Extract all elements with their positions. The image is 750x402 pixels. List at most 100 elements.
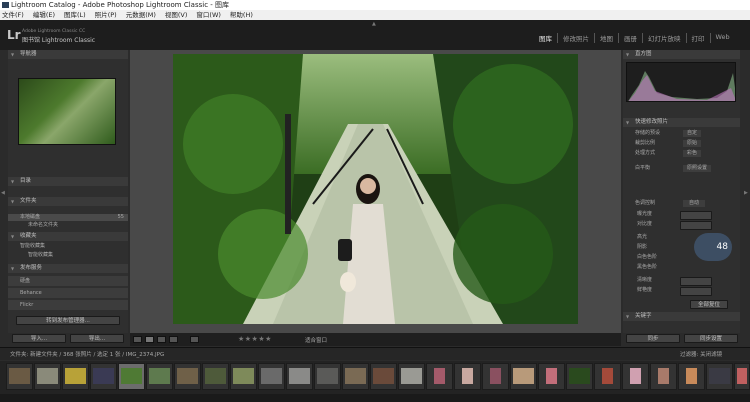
import-button[interactable]: 导入...	[12, 334, 66, 343]
filmstrip-thumb[interactable]	[650, 363, 677, 390]
navigator-preview[interactable]	[18, 78, 116, 145]
module-print[interactable]: 打印	[687, 33, 711, 43]
filmstrip-thumb[interactable]	[62, 363, 89, 390]
filmstrip-thumb[interactable]	[594, 363, 621, 390]
adjust-step-buttons[interactable]	[680, 277, 712, 286]
saved-preset-row: 存储的预设 自定	[623, 130, 740, 137]
publish-behance[interactable]: Behance	[8, 288, 128, 298]
compare-view-icon[interactable]	[157, 336, 166, 343]
filmstrip-thumb[interactable]	[482, 363, 509, 390]
filmstrip-thumb[interactable]	[370, 363, 397, 390]
survey-view-icon[interactable]	[169, 336, 178, 343]
catalog-header[interactable]: 目录	[8, 177, 128, 186]
module-book[interactable]: 画册	[619, 33, 643, 43]
module-slideshow[interactable]: 幻灯片放映	[643, 33, 687, 43]
tone-control-row: 色调控制 自动	[623, 200, 740, 207]
menu-help[interactable]: 帮助(H)	[230, 10, 253, 20]
sync-button[interactable]: 同步	[626, 334, 680, 343]
right-panel-toggle-icon[interactable]: ▶	[744, 190, 748, 196]
navigator-header[interactable]: 导航器	[8, 50, 128, 59]
saved-preset-dropdown[interactable]: 自定	[683, 130, 702, 137]
painter-icon[interactable]	[190, 336, 199, 343]
folder-name: 本地磁盘	[20, 214, 41, 220]
module-library[interactable]: 图库	[534, 33, 558, 43]
histogram-header[interactable]: 直方图	[623, 50, 740, 59]
menu-view[interactable]: 视图(V)	[165, 10, 188, 20]
filmstrip-thumb[interactable]	[566, 363, 593, 390]
filmstrip-thumb[interactable]	[622, 363, 649, 390]
publish-manager-button[interactable]: 转到发布管理器...	[16, 316, 120, 325]
menu-metadata[interactable]: 元数据(M)	[126, 10, 156, 20]
adjust-step-buttons[interactable]	[680, 221, 712, 230]
export-button[interactable]: 导出...	[70, 334, 124, 343]
filmstrip-thumb[interactable]	[398, 363, 425, 390]
filmstrip-thumb[interactable]	[538, 363, 565, 390]
folder-row[interactable]: 本地磁盘 55	[8, 214, 128, 221]
collection-item[interactable]: 智能收藏集	[8, 243, 128, 250]
filmstrip-thumb[interactable]	[678, 363, 705, 390]
filmstrip-thumb[interactable]	[6, 363, 33, 390]
module-develop[interactable]: 修改照片	[558, 33, 595, 43]
lr-logo: Lr	[7, 28, 21, 42]
adjust-step-buttons[interactable]	[680, 287, 712, 296]
filmstrip-thumb[interactable]	[706, 363, 733, 390]
filmstrip-thumb[interactable]	[734, 363, 750, 390]
filmstrip-thumb[interactable]	[90, 363, 117, 390]
filmstrip-thumb[interactable]	[34, 363, 61, 390]
histogram	[626, 62, 736, 102]
toolbar	[130, 333, 621, 346]
filmstrip-thumb[interactable]	[314, 363, 341, 390]
reset-all-button[interactable]: 全部复位	[690, 300, 728, 309]
collections-header[interactable]: 收藏夹	[8, 232, 128, 241]
folders-header[interactable]: 文件夹	[8, 197, 128, 206]
adjust-step-buttons[interactable]	[680, 211, 712, 220]
filmstrip-thumb[interactable]	[426, 363, 453, 390]
treatment-dropdown[interactable]: 彩色	[683, 150, 702, 157]
publish-flickr[interactable]: Flickr	[8, 300, 128, 310]
loupe-view-icon[interactable]	[145, 336, 154, 343]
folder-count: 55	[117, 214, 124, 220]
menu-edit[interactable]: 编辑(E)	[33, 10, 55, 20]
rating-stars[interactable]: ★★★★★	[238, 335, 272, 343]
left-panel: 导航器 目录 文件夹 本地磁盘 55 未命名文件夹 收藏夹 智能收藏集 智能收藏…	[8, 50, 128, 333]
collection-item[interactable]: 智能收藏集	[8, 252, 128, 259]
zoom-label[interactable]: 适合窗口	[305, 336, 327, 344]
photo-image	[173, 54, 578, 324]
top-panel-toggle-icon[interactable]: ▲	[372, 21, 376, 27]
publish-harddrive[interactable]: 硬盘	[8, 276, 128, 286]
filmstrip-thumb[interactable]	[174, 363, 201, 390]
module-web[interactable]: Web	[711, 33, 735, 43]
left-panel-toggle-icon[interactable]: ◀	[1, 190, 5, 196]
filmstrip-thumb[interactable]	[454, 363, 481, 390]
publish-services-header[interactable]: 发布服务	[8, 264, 128, 273]
filmstrip-thumb[interactable]	[230, 363, 257, 390]
filmstrip-thumb[interactable]	[286, 363, 313, 390]
auto-tone-button[interactable]: 自动	[683, 200, 706, 207]
white-balance-dropdown[interactable]: 原照设置	[683, 165, 712, 172]
sync-settings-button[interactable]: 同步设置	[684, 334, 738, 343]
menu-photo[interactable]: 照片(P)	[95, 10, 117, 20]
tone-control-label: 色调控制	[635, 200, 656, 206]
module-picker: 图库 修改照片 地图 画册 幻灯片放映 打印 Web	[534, 33, 735, 43]
filmstrip-thumb[interactable]	[258, 363, 285, 390]
crop-dropdown[interactable]: 原始	[683, 140, 702, 147]
filmstrip-thumb[interactable]	[342, 363, 369, 390]
filmstrip-thumb-selected[interactable]	[118, 363, 145, 390]
lightroom-window: Lightroom Catalog - Adobe Photoshop Ligh…	[0, 0, 750, 402]
filmstrip-thumb[interactable]	[146, 363, 173, 390]
keywords-header[interactable]: 关键字	[623, 312, 740, 321]
subfolder-row[interactable]: 未命名文件夹	[8, 222, 128, 229]
module-map[interactable]: 地图	[595, 33, 619, 43]
main-photo[interactable]	[173, 54, 578, 324]
menu-window[interactable]: 窗口(W)	[196, 10, 221, 20]
grid-view-icon[interactable]	[133, 336, 142, 343]
filmstrip-thumb[interactable]	[202, 363, 229, 390]
quick-develop-header[interactable]: 快速修改照片	[623, 118, 740, 127]
filmstrip-thumb[interactable]	[510, 363, 537, 390]
filmstrip-filter[interactable]: 过滤器: 关闭滤镜	[680, 350, 722, 358]
treatment-row: 处理方式 彩色	[623, 150, 740, 157]
menu-file[interactable]: 文件(F)	[2, 10, 24, 20]
menu-library[interactable]: 图库(L)	[64, 10, 86, 20]
crop-row: 裁剪比例 原始	[623, 140, 740, 147]
filmstrip-source-path[interactable]: 文件夹: 新建文件夹 / 368 张照片 / 选定 1 张 / IMG_2374…	[10, 350, 164, 358]
